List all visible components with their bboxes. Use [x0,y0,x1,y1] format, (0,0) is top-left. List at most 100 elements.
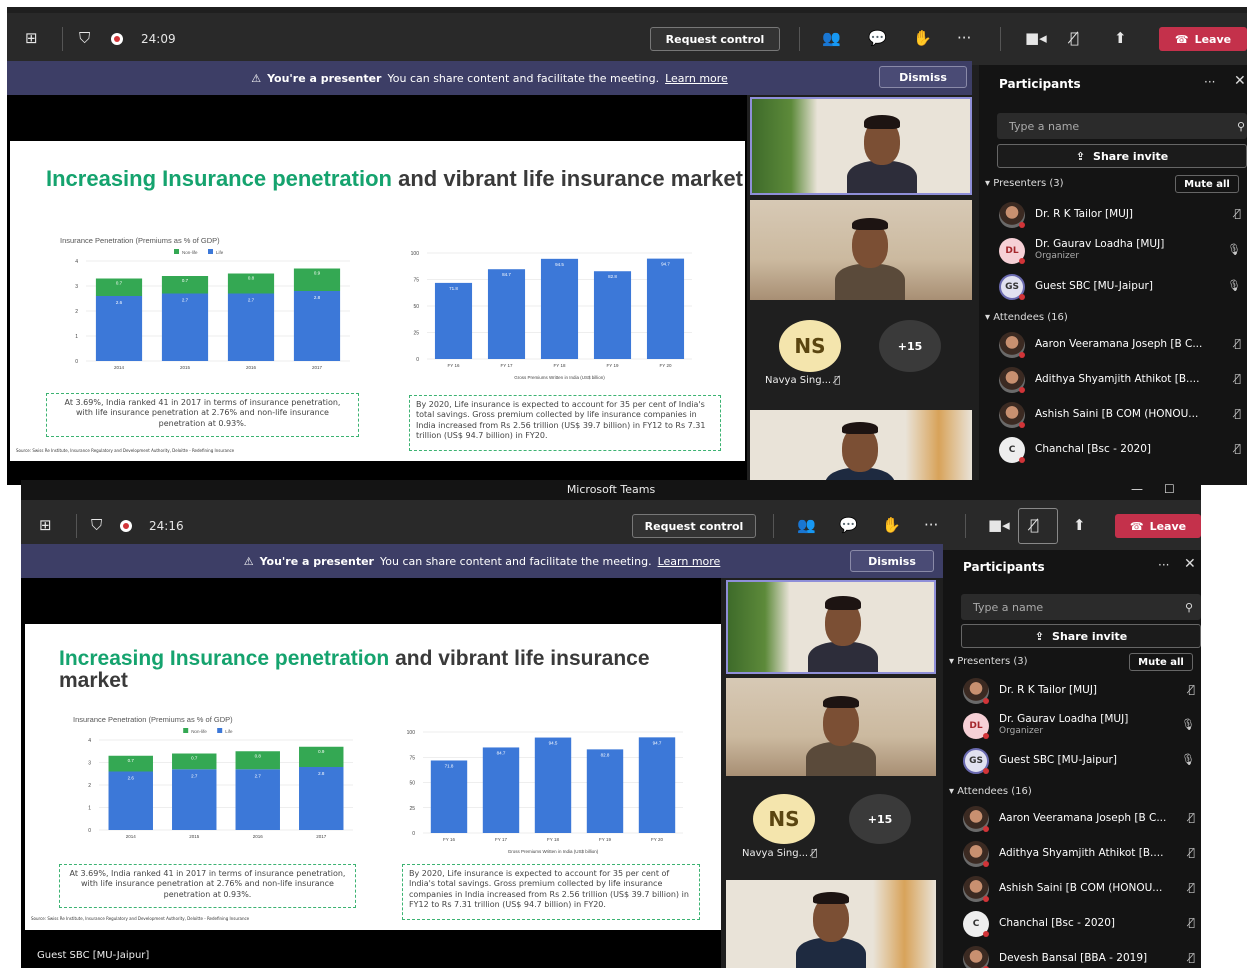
toolbar-divider [1000,27,1001,51]
overflow-participants[interactable]: +15 [879,320,941,372]
participant-name: Dr. R K Tailor [MUJ] [1035,208,1134,220]
minimize-icon[interactable]: — [1131,482,1143,496]
mute-all-button[interactable]: Mute all [1175,175,1239,193]
close-icon[interactable]: ✕ [1234,73,1246,89]
mic-muted-icon[interactable]: 🎙̸ [1030,515,1039,535]
more-options-icon[interactable]: ··· [1158,558,1169,572]
data-label: 82.8 [608,274,617,279]
legend-label: Life [225,729,233,734]
dismiss-button[interactable]: Dismiss [850,550,934,572]
attendee-row[interactable]: Devesh Bansal [BBA - 2019] 🎙̸ [943,944,1201,968]
video-tile[interactable] [726,678,936,776]
y-tick-label: 25 [409,806,415,812]
presentation-slide: Increasing Insurance penetration and vib… [10,141,745,461]
attendee-row[interactable]: Ashish Saini [B COM (HONOU... 🎙̸ [979,400,1247,430]
attendee-row[interactable]: Adithya Shyamjith Athikot [B.... 🎙̸ [979,365,1247,395]
video-tile[interactable] [750,200,972,300]
request-control-button[interactable]: Request control [632,514,756,538]
reactions-icon[interactable]: ✋ [913,28,932,48]
mic-muted-icon: 🎙̸ [1188,846,1195,859]
presenter-row[interactable]: DL Dr. Gaurav Loadha [MUJ] Organizer 🎙 [979,236,1247,266]
dismiss-button[interactable]: Dismiss [879,66,967,88]
bar-life [235,769,280,830]
attendee-row[interactable]: Aaron Veeramana Joseph [B C... 🎙̸ [979,330,1247,360]
attendees-section-toggle[interactable]: ▾ Attendees (16) [949,786,1032,797]
presenters-section-toggle[interactable]: ▾ Presenters (3) [949,656,1028,667]
camera-icon[interactable]: ■◂ [1025,28,1047,48]
presenter-row[interactable]: Dr. R K Tailor [MUJ] 🎙̸ [979,200,1247,230]
attendee-row[interactable]: Aaron Veeramana Joseph [B C... 🎙̸ [943,804,1201,834]
data-label-life: 2.7 [248,298,255,303]
share-invite-button[interactable]: ⇪ Share invite [997,144,1247,168]
search-input[interactable]: Type a name ⚲ [997,113,1247,139]
video-tile-speaker[interactable] [726,580,936,674]
data-label-life: 2.6 [128,776,135,781]
participant-name: Guest SBC [MU-Jaipur] [999,754,1117,766]
mute-all-button[interactable]: Mute all [1129,653,1193,671]
layout-grid-icon[interactable]: ⊞ [25,28,38,48]
attendee-row[interactable]: Adithya Shyamjith Athikot [B.... 🎙̸ [943,839,1201,869]
share-invite-button[interactable]: ⇪ Share invite [961,624,1201,648]
participant-name: Adithya Shyamjith Athikot [B.... [999,847,1164,859]
mic-muted-icon: 🎙̸ [834,375,841,386]
x-tick-label: 2016 [253,834,264,839]
chart-title: Insurance Penetration (Premiums as % of … [73,715,233,724]
learn-more-link[interactable]: Learn more [665,72,728,85]
participant-video [808,590,878,672]
x-axis-label: Gross Premiums Written in India (US$ bil… [514,375,605,380]
presenter-row[interactable]: DL Dr. Gaurav Loadha [MUJ] Organizer 🎙 [943,711,1201,741]
meeting-timer: 24:09 [141,32,176,46]
presenters-section-toggle[interactable]: ▾ Presenters (3) [985,178,1064,189]
data-label-nonlife: 0.7 [191,756,198,761]
leave-button[interactable]: ☎ Leave [1159,27,1247,51]
presenter-row[interactable]: GS Guest SBC [MU-Jaipur] 🎙 [979,272,1247,302]
mic-icon: 🎙 [1181,718,1195,731]
overflow-participants[interactable]: +15 [849,794,911,844]
x-tick-label: 2015 [180,365,191,370]
presenter-label: You're a presenter [259,554,374,568]
search-input[interactable]: Type a name ⚲ [961,594,1201,620]
leave-button[interactable]: ☎ Leave [1115,514,1201,538]
people-icon[interactable]: 👥 [797,515,816,535]
camera-icon[interactable]: ■◂ [988,515,1010,535]
chat-icon[interactable]: 💬 [839,515,858,535]
presenter-row[interactable]: Dr. R K Tailor [MUJ] 🎙̸ [943,676,1201,706]
video-tile[interactable] [726,880,936,968]
presenter-row[interactable]: GS Guest SBC [MU-Jaipur] 🎙 [943,746,1201,776]
y-tick-label: 4 [75,259,78,265]
attendee-row[interactable]: C Chanchal [Bsc - 2020] 🎙̸ [943,909,1201,939]
people-icon[interactable]: 👥 [822,28,841,48]
maximize-icon[interactable]: ☐ [1164,482,1175,496]
share-screen-icon[interactable]: ⬆ [1073,515,1086,535]
attendee-row[interactable]: Ashish Saini [B COM (HONOU... 🎙̸ [943,874,1201,904]
presenter-banner: ⚠ You're a presenter You can share conte… [7,61,972,95]
search-icon[interactable]: ⚲ [1185,601,1193,614]
learn-more-link[interactable]: Learn more [658,555,721,568]
data-label-life: 2.6 [116,300,123,305]
attendees-section-toggle[interactable]: ▾ Attendees (16) [985,312,1068,323]
data-label-life: 2.8 [314,295,321,300]
more-actions-icon[interactable]: ··· [957,28,971,48]
recording-icon [111,33,123,45]
layout-grid-icon[interactable]: ⊞ [39,515,52,535]
y-tick-label: 1 [75,334,78,340]
chat-icon[interactable]: 💬 [868,28,887,48]
shield-icon: ⛉ [79,29,91,47]
close-icon[interactable]: ✕ [1184,556,1196,572]
bar-life [227,293,275,361]
more-options-icon[interactable]: ··· [1204,75,1215,89]
reactions-icon[interactable]: ✋ [882,515,901,535]
bar [487,269,526,359]
status-dot [983,896,989,902]
legend-swatch [217,728,223,733]
bar [593,271,632,359]
video-tile[interactable] [750,410,972,485]
mic-muted-icon[interactable]: 🎙̸ [1070,28,1079,48]
video-tile-speaker[interactable] [750,97,972,195]
attendee-row[interactable]: C Chanchal [Bsc - 2020] 🎙̸ [979,435,1247,465]
share-screen-icon[interactable]: ⬆ [1114,28,1127,48]
request-control-button[interactable]: Request control [650,27,780,51]
more-actions-icon[interactable]: ··· [924,515,938,535]
caption-left: At 3.69%, India ranked 41 in 2017 in ter… [46,393,359,437]
search-icon[interactable]: ⚲ [1237,120,1245,133]
